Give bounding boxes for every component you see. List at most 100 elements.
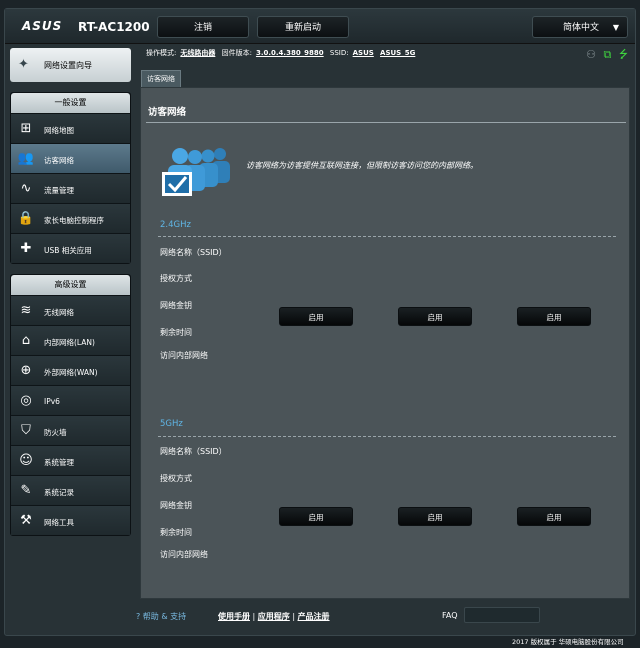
help-icon: ? (136, 612, 141, 621)
language-select[interactable]: 简体中文 ▼ (532, 16, 628, 38)
ipv6-icon: ◎ (20, 393, 32, 408)
enable-button-5-1[interactable]: 启用 (279, 507, 353, 526)
quick-setup-wizard-button[interactable]: ✦ 网络设置向导 (10, 48, 131, 82)
sidebar-item-guest-network[interactable]: 👥 访客网络 (11, 143, 130, 173)
band-5-divider (158, 436, 616, 437)
log-icon: ✎ (20, 483, 32, 498)
sidebar-item-wan[interactable]: ⊕ 外部网络(WAN) (11, 355, 130, 385)
help-label: 帮助 & 支持 (142, 612, 187, 621)
fw-value[interactable]: 3.0.0.4.380_9880 (256, 49, 324, 57)
sidebar-item-label: 无线网络 (44, 308, 74, 317)
manual-link[interactable]: 使用手册 (218, 612, 250, 621)
footer-links: 使用手册 | 应用程序 | 产品注册 (218, 612, 330, 621)
sidebar-item-label: 系统管理 (44, 458, 74, 467)
sidebar-item-usb[interactable]: ✚ USB 相关应用 (11, 233, 130, 263)
sidebar-item-administration[interactable]: ☺ 系统管理 (11, 445, 130, 475)
tab-guest-network[interactable]: 访客网络 (141, 70, 181, 87)
sidebar-item-network-map[interactable]: ⊞ 网络地图 (11, 113, 130, 143)
enable-button-24-3[interactable]: 启用 (517, 307, 591, 326)
internet-status-icon[interactable]: ⧉ (603, 48, 611, 61)
model-name: RT-AC1200 (78, 20, 150, 34)
band-5-label: 5GHz (160, 419, 183, 429)
ssid-5[interactable]: ASUS_5G (380, 49, 415, 57)
field-intranet-label: 访问内部网络 (160, 550, 208, 559)
register-link[interactable]: 产品注册 (298, 612, 330, 621)
band-24-divider (158, 236, 616, 237)
sidebar-item-label: 访客网络 (44, 156, 74, 165)
sidebar-item-wireless[interactable]: ≋ 无线网络 (11, 295, 130, 325)
description-text: 访客网络为访客提供互联网连接，但限制访客访问您的内部网络。 (246, 161, 478, 170)
utility-link[interactable]: 应用程序 (258, 612, 290, 621)
mode-label: 操作模式: (146, 49, 177, 57)
wizard-label: 网络设置向导 (44, 61, 92, 70)
advanced-settings-group: 高级设置 ≋ 无线网络 ⌂ 内部网络(LAN) ⊕ 外部网络(WAN) ◎ IPv6 ⛉… (10, 274, 131, 536)
page-title: 访客网络 (148, 107, 187, 118)
advanced-heading: 高级设置 (11, 275, 130, 295)
tools-icon: ⚒ (20, 513, 32, 528)
user-icon: ☺ (19, 453, 33, 468)
faq-label: FAQ (442, 611, 458, 620)
guest-users-icon (162, 148, 230, 196)
fw-label: 固件版本: (221, 49, 252, 57)
sidebar-item-label: 流量管理 (44, 186, 74, 195)
enable-button-24-1[interactable]: 启用 (279, 307, 353, 326)
globe-icon: ⊕ (20, 363, 32, 378)
help-support-link[interactable]: ? 帮助 & 支持 (136, 611, 186, 622)
reboot-button[interactable]: 重新启动 (257, 16, 349, 38)
general-settings-group: 一般设置 ⊞ 网络地图 👥 访客网络 ∿ 流量管理 🔒 家长电脑控制程序 ✚ USB 相关… (10, 92, 131, 264)
sidebar-item-parental[interactable]: 🔒 家长电脑控制程序 (11, 203, 130, 233)
logout-button[interactable]: 注销 (157, 16, 249, 38)
sidebar-item-label: 防火墙 (44, 428, 67, 437)
field-auth-label: 授权方式 (160, 274, 192, 283)
title-divider (146, 122, 626, 123)
guest-network-icon: 👥 (17, 151, 35, 166)
sidebar-item-firewall[interactable]: ⛉ 防火墙 (11, 415, 130, 445)
enable-button-24-2[interactable]: 启用 (398, 307, 472, 326)
home-icon: ⌂ (21, 333, 31, 348)
enable-button-5-3[interactable]: 启用 (517, 507, 591, 526)
ssid-24[interactable]: ASUS (353, 49, 374, 57)
asus-logo: ASUS (22, 19, 63, 33)
sidebar-item-ipv6[interactable]: ◎ IPv6 (11, 385, 130, 415)
field-auth-label: 授权方式 (160, 474, 192, 483)
sidebar-item-system-log[interactable]: ✎ 系统记录 (11, 475, 130, 505)
usb-icon[interactable]: ⭍ (619, 48, 628, 61)
sidebar-item-label: 家长电脑控制程序 (44, 216, 104, 225)
sidebar-item-label: IPv6 (44, 397, 60, 406)
field-time-label: 剩余时间 (160, 328, 192, 337)
sidebar-item-label: USB 相关应用 (44, 246, 92, 255)
wand-icon: ✦ (18, 57, 29, 72)
traffic-icon: ∿ (20, 181, 32, 196)
sidebar-item-label: 系统记录 (44, 488, 74, 497)
enable-button-5-2[interactable]: 启用 (398, 507, 472, 526)
sidebar-item-label: 外部网络(WAN) (44, 368, 98, 377)
sidebar-item-lan[interactable]: ⌂ 内部网络(LAN) (11, 325, 130, 355)
puzzle-icon: ✚ (20, 241, 32, 256)
copyright: 2017 版权属于 华硕电脑股份有限公司 (512, 638, 624, 646)
faq-search-input[interactable] (464, 607, 540, 623)
general-heading: 一般设置 (11, 93, 130, 113)
field-ssid-label: 网络名称（SSID） (160, 447, 227, 456)
field-key-label: 网络金钥 (160, 501, 192, 510)
wifi-icon: ≋ (20, 303, 32, 318)
network-map-icon: ⊞ (20, 121, 32, 136)
field-intranet-label: 访问内部网络 (160, 351, 208, 360)
status-bar: 操作模式: 无线路由器 固件版本: 3.0.0.4.380_9880 SSID: AS… (146, 48, 630, 62)
ssid-label: SSID: (329, 49, 349, 57)
sidebar-item-label: 内部网络(LAN) (44, 338, 95, 347)
band-24-label: 2.4GHz (160, 220, 191, 230)
clients-icon[interactable]: ⚇ (586, 48, 596, 61)
field-time-label: 剩余时间 (160, 528, 192, 537)
lock-icon: 🔒 (17, 211, 35, 226)
sidebar-item-label: 网络工具 (44, 518, 74, 527)
sidebar-item-network-tools[interactable]: ⚒ 网络工具 (11, 505, 130, 535)
sidebar-item-traffic[interactable]: ∿ 流量管理 (11, 173, 130, 203)
language-value: 简体中文 (563, 23, 600, 33)
field-ssid-label: 网络名称（SSID） (160, 248, 227, 257)
field-key-label: 网络金钥 (160, 301, 192, 310)
status-icons: ⚇ ⧉ ⭍ (586, 46, 628, 65)
sidebar-item-label: 网络地图 (44, 126, 74, 135)
mode-value[interactable]: 无线路由器 (180, 49, 215, 57)
shield-icon: ⛉ (21, 423, 31, 438)
chevron-down-icon: ▼ (612, 23, 619, 32)
